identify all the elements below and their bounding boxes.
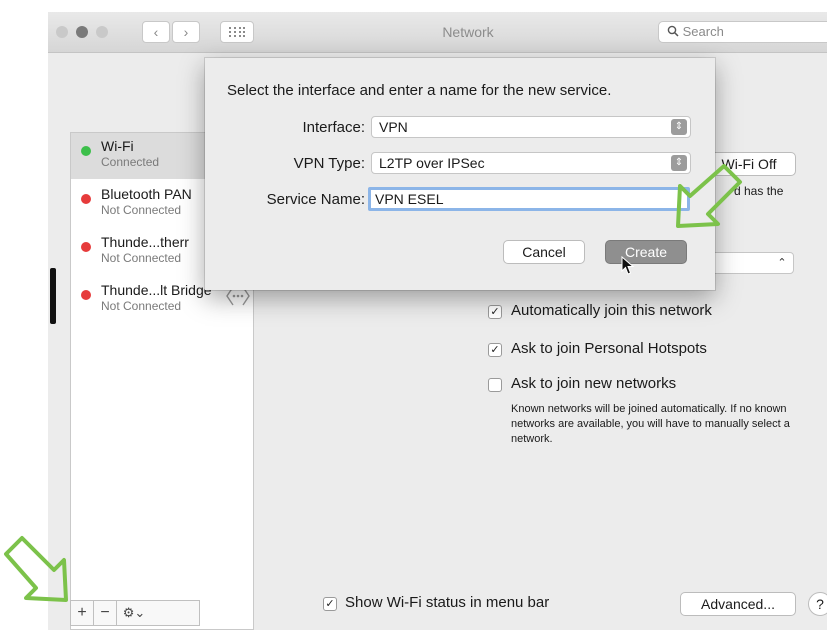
- show-status-label: Show Wi-Fi status in menu bar: [345, 594, 550, 611]
- service-status: Not Connected: [101, 299, 182, 313]
- grid-icon: [229, 27, 245, 37]
- chevron-updown-icon: ⇕: [671, 119, 687, 135]
- gear-icon[interactable]: ⚙⌄: [117, 601, 151, 625]
- service-name: Thunde...lt Bridge: [101, 282, 212, 298]
- known-networks-note: Known networks will be joined automatica…: [511, 403, 790, 445]
- personal-hotspots-label: Ask to join Personal Hotspots: [511, 340, 707, 357]
- zoom-window-button[interactable]: [96, 26, 108, 38]
- service-status: Not Connected: [101, 251, 182, 265]
- vpn-type-label: VPN Type:: [293, 155, 365, 172]
- auto-join-checkbox[interactable]: ✓: [488, 305, 502, 319]
- service-name-label: Service Name:: [266, 191, 365, 208]
- auto-join-label: Automatically join this network: [511, 302, 712, 319]
- remove-service-button[interactable]: −: [94, 601, 117, 625]
- vpn-type-value: L2TP over IPSec: [379, 155, 485, 171]
- connected-status-dot: [81, 146, 91, 156]
- annotation-arrow-icon: [676, 164, 742, 228]
- cancel-button[interactable]: Cancel: [503, 240, 585, 264]
- not-connected-status-dot: [81, 242, 91, 252]
- new-networks-checkbox[interactable]: [488, 378, 502, 392]
- network-window: ‹ › Network Search Wi-Fi Connected Bluet…: [48, 12, 827, 630]
- search-icon: [667, 23, 679, 43]
- new-networks-label: Ask to join new networks: [511, 375, 677, 392]
- title-bar: ‹ › Network Search: [48, 12, 827, 53]
- show-status-checkbox[interactable]: ✓: [323, 597, 337, 611]
- search-placeholder: Search: [682, 24, 724, 39]
- interface-label: Interface:: [302, 119, 365, 136]
- interface-popup[interactable]: VPN ⇕: [371, 116, 691, 138]
- window-edge-marker: [50, 268, 56, 324]
- not-connected-status-dot: [81, 194, 91, 204]
- service-name: Wi-Fi: [101, 138, 134, 154]
- dialog-heading: Select the interface and enter a name fo…: [227, 82, 612, 99]
- annotation-arrow-icon: [4, 536, 68, 602]
- new-service-dialog: Select the interface and enter a name fo…: [205, 58, 715, 290]
- search-field[interactable]: Search: [658, 21, 827, 43]
- service-status: Connected: [101, 155, 160, 169]
- back-button[interactable]: ‹: [142, 21, 170, 43]
- minimize-window-button[interactable]: [76, 26, 88, 38]
- not-connected-status-dot: [81, 290, 91, 300]
- window-title: Network: [442, 24, 494, 40]
- help-button[interactable]: ?: [808, 592, 827, 616]
- personal-hotspots-checkbox[interactable]: ✓: [488, 343, 502, 357]
- service-name: Thunde...therr: [101, 234, 189, 250]
- service-name: Bluetooth PAN: [101, 186, 192, 202]
- vpn-type-popup[interactable]: L2TP over IPSec ⇕: [371, 152, 691, 174]
- advanced-button[interactable]: Advanced...: [680, 592, 796, 616]
- interface-value: VPN: [379, 119, 408, 135]
- close-window-button[interactable]: [56, 26, 68, 38]
- service-status: Not Connected: [101, 203, 182, 217]
- service-name-field[interactable]: VPN ESEL: [368, 187, 690, 211]
- mouse-pointer-icon: [621, 255, 635, 281]
- chevron-updown-icon: ⌃: [774, 255, 790, 271]
- create-button[interactable]: Create: [605, 240, 687, 264]
- forward-button[interactable]: ›: [172, 21, 200, 43]
- show-all-button[interactable]: [220, 21, 254, 43]
